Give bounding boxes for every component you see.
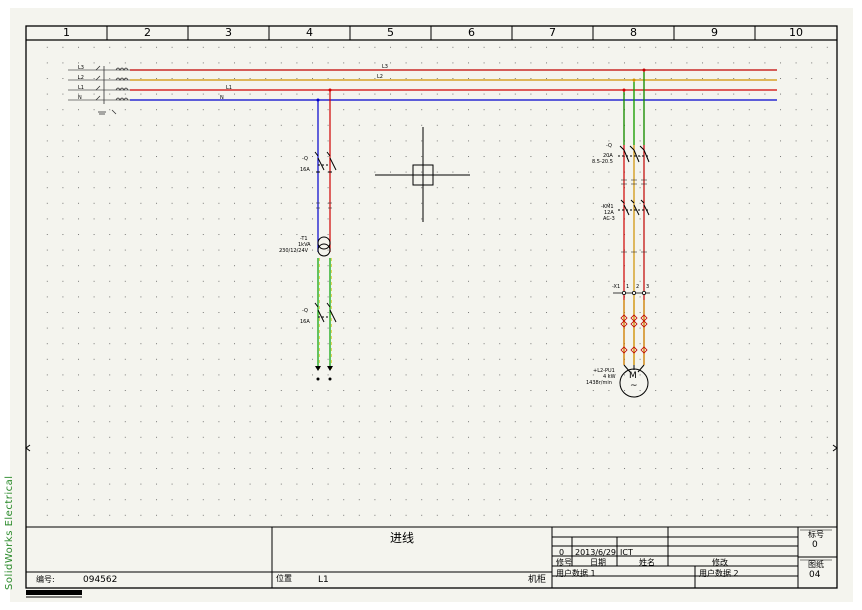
column-number: 10 [789,26,803,39]
bus-label: N [78,95,82,101]
bus-label: L3 [78,65,84,71]
drawing-title: 进线 [390,531,415,545]
component-tag: -X1 [612,284,621,290]
modify-label: 修改 [712,558,728,567]
component-rating: 16A [300,319,310,325]
component-rating: 16A [300,167,310,173]
component-tag: -Q [606,143,612,149]
column-number: 2 [144,26,151,39]
rev-value: 0 [559,548,565,557]
bus-label: N [220,95,224,101]
component-rating: 230/12/24V [279,248,309,254]
date-label: 日期 [590,558,606,567]
column-number: 5 [387,26,394,39]
schematic-canvas[interactable] [0,0,862,610]
user-data-1: 用户数据 1 [556,569,596,578]
sheet-label: 标号 [808,530,824,539]
drawing-sheet: 1 2 3 4 5 6 7 8 9 10 L3 L2 L1 N L3 L2 L1… [0,0,862,610]
component-rating: 8.5-20.5 [592,159,613,165]
user-data-2: 用户数据 2 [699,569,739,578]
motor-wave: ~ [630,381,638,391]
location-label: 位置 [276,574,292,583]
column-number: 8 [630,26,637,39]
column-number: 9 [711,26,718,39]
motor-letter: M [629,371,637,381]
component-tag: -Q [302,156,308,162]
rev-label: 修号 [556,558,572,567]
component-rating: 1438r/min [586,380,612,386]
page-label: 图纸 [808,560,824,569]
name-label: 姓名 [639,558,655,567]
terminal-number: 2 [636,284,640,290]
bus-label: L2 [377,74,383,80]
doc-no: 094562 [83,575,118,585]
column-number: 3 [225,26,232,39]
bus-label: L1 [226,85,232,91]
bus-label: L2 [78,75,84,81]
column-number: 1 [63,26,70,39]
bus-label: L1 [78,85,84,91]
component-rating: AC-3 [603,216,615,222]
page-value: 04 [809,570,821,580]
sheet-value: 0 [812,540,818,550]
scale-bar [26,590,82,595]
column-number: 4 [306,26,313,39]
component-tag: -Q [302,308,308,314]
terminal-number: 3 [646,284,650,290]
software-brand: SolidWorks Electrical [4,475,15,590]
doc-no-label: 编号: [36,575,55,584]
date-value: 2013/6/29 [575,548,617,557]
bus-label: L3 [382,64,388,70]
location-value: L1 [318,575,329,585]
column-number: 6 [468,26,475,39]
cabinet-label: 机柜 [528,575,547,585]
author-value: ICT [620,548,633,557]
column-number: 7 [549,26,556,39]
terminal-number: 1 [626,284,630,290]
